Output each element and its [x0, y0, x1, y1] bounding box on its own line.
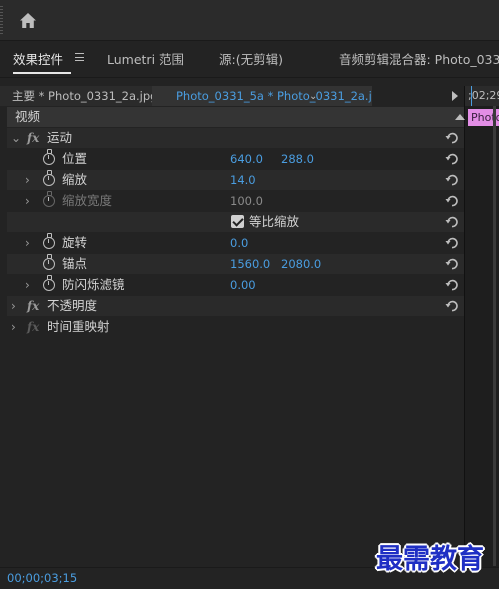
- checkbox-icon[interactable]: [231, 215, 244, 228]
- stopwatch-icon[interactable]: [43, 233, 55, 249]
- prop-label: 缩放宽度: [62, 193, 113, 208]
- play-arrow-icon[interactable]: [452, 91, 458, 101]
- expand-chevron-icon[interactable]: ›: [25, 191, 30, 211]
- expand-chevron-icon[interactable]: ⌄: [11, 128, 21, 148]
- prop-row-rotation: › 旋转 0.0: [7, 233, 464, 253]
- fx-icon[interactable]: fx: [27, 128, 39, 148]
- prop-label: 位置: [62, 151, 88, 166]
- scrollbar-thumb[interactable]: [493, 106, 496, 566]
- prop-label: 锚点: [62, 256, 88, 271]
- reset-icon[interactable]: [445, 194, 459, 208]
- scale-width-value: 100.0: [230, 194, 263, 208]
- scale-value[interactable]: 14.0: [230, 170, 256, 190]
- stopwatch-icon[interactable]: [43, 275, 55, 291]
- stopwatch-icon[interactable]: [43, 149, 55, 165]
- prop-label: 缩放: [62, 172, 88, 187]
- effect-row-motion[interactable]: ⌄ fx 运动: [7, 128, 464, 148]
- master-clip-label[interactable]: 主要 * Photo_0331_2a.jpg: [0, 86, 152, 106]
- drag-grip[interactable]: [0, 6, 3, 36]
- anchor-y-value[interactable]: 2080.0: [281, 254, 321, 274]
- uniform-scale-label: 等比缩放: [249, 214, 300, 229]
- prop-row-anchor-point: 锚点 1560.0 2080.0: [7, 254, 464, 274]
- rotation-value[interactable]: 0.0: [230, 233, 248, 253]
- effect-name: 时间重映射: [47, 319, 110, 334]
- effect-row-opacity[interactable]: › fx 不透明度: [7, 296, 464, 316]
- reset-icon[interactable]: [445, 299, 459, 313]
- expand-chevron-icon[interactable]: ›: [25, 233, 30, 253]
- prop-row-position: 位置 640.0 288.0: [7, 149, 464, 169]
- stopwatch-icon: [43, 191, 55, 207]
- home-icon[interactable]: [18, 11, 38, 31]
- reset-icon[interactable]: [445, 215, 459, 229]
- stopwatch-icon[interactable]: [43, 170, 55, 186]
- panel-tab-bar: 效果控件 Lumetri 范围 源:(无剪辑) 音频剪辑混合器: Photo_0…: [0, 41, 499, 78]
- collapse-caret-icon[interactable]: [455, 114, 465, 120]
- prop-label: 旋转: [62, 235, 88, 250]
- prop-row-scale: › 缩放 14.0: [7, 170, 464, 190]
- expand-chevron-icon[interactable]: ›: [25, 275, 30, 295]
- tab-audio-clip-mixer[interactable]: 音频剪辑混合器: Photo_0331_: [339, 49, 499, 68]
- reset-icon[interactable]: [445, 236, 459, 250]
- panel-menu-icon[interactable]: [75, 53, 84, 61]
- watermark-logo: 最需教育: [376, 544, 484, 575]
- position-y-value[interactable]: 288.0: [281, 149, 314, 169]
- app-header: [0, 0, 499, 41]
- tab-effect-controls[interactable]: 效果控件: [13, 49, 63, 68]
- anchor-x-value[interactable]: 1560.0: [230, 254, 270, 274]
- prop-row-scale-width: › 缩放宽度 100.0: [7, 191, 464, 211]
- sequence-clip-selector[interactable]: ⌄ Photo_0331_5a * Photo_0331_2a.jpg: [152, 86, 372, 106]
- effect-row-time-remapping[interactable]: › fx 时间重映射: [7, 317, 464, 337]
- prop-label: 防闪烁滤镜: [62, 277, 125, 292]
- fx-icon: fx: [27, 320, 40, 334]
- reset-icon[interactable]: [445, 257, 459, 271]
- position-x-value[interactable]: 640.0: [230, 149, 263, 169]
- reset-icon[interactable]: [445, 278, 459, 292]
- sequence-clip-label: Photo_0331_5a * Photo_0331_2a.jpg: [176, 89, 372, 103]
- section-header-video: 视频: [7, 107, 465, 127]
- tab-lumetri-scopes[interactable]: Lumetri 范围: [107, 49, 184, 68]
- expand-chevron-icon[interactable]: ›: [11, 296, 16, 316]
- expand-chevron-icon[interactable]: ›: [11, 317, 16, 337]
- stopwatch-icon[interactable]: [43, 254, 55, 270]
- active-tab-indicator: [13, 72, 71, 74]
- tab-source[interactable]: 源:(无剪辑): [219, 49, 283, 68]
- reset-icon[interactable]: [445, 131, 459, 145]
- reset-icon[interactable]: [445, 173, 459, 187]
- reset-icon[interactable]: [445, 152, 459, 166]
- prop-row-anti-flicker: › 防闪烁滤镜 0.00: [7, 275, 464, 295]
- section-label: 视频: [15, 109, 41, 124]
- expand-chevron-icon[interactable]: ›: [25, 170, 30, 190]
- effect-name: 不透明度: [47, 298, 98, 313]
- fx-icon[interactable]: fx: [27, 296, 39, 316]
- source-bar: 主要 * Photo_0331_2a.jpg ⌄ Photo_0331_5a *…: [0, 86, 464, 106]
- effect-name: 运动: [47, 130, 73, 145]
- prop-row-uniform-scale: 等比缩放: [7, 212, 464, 232]
- playhead[interactable]: [471, 86, 472, 106]
- current-timecode[interactable]: 00;00;03;15: [7, 571, 77, 585]
- anti-flicker-value[interactable]: 0.00: [230, 275, 256, 295]
